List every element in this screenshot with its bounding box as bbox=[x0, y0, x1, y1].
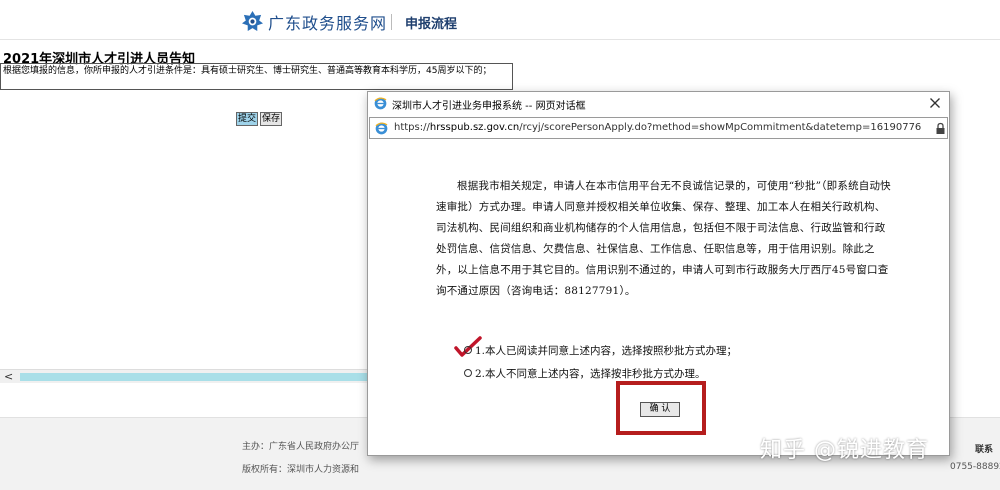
lock-icon[interactable] bbox=[935, 122, 946, 135]
radio-disagree[interactable] bbox=[464, 369, 472, 377]
confirm-button[interactable]: 确 认 bbox=[640, 402, 680, 417]
option-agree-fast-approval[interactable]: 1.本人已阅读并同意上述内容，选择按照秒批方式办理； bbox=[464, 343, 737, 358]
dialog-title: 深圳市人才引进业务申报系统 -- 网页对话框 bbox=[392, 101, 586, 112]
site-header: 广东政务服务网 申报流程 bbox=[0, 0, 1000, 40]
footer-contact[interactable]: 联系 bbox=[975, 442, 993, 455]
horizontal-scrollbar[interactable]: < bbox=[0, 369, 370, 383]
gd-gov-logo-icon[interactable] bbox=[242, 11, 263, 32]
url-prefix: https:// bbox=[394, 122, 430, 133]
option-agree-label: 1.本人已阅读并同意上述内容，选择按照秒批方式办理； bbox=[475, 345, 738, 357]
scrollbar-thumb[interactable] bbox=[20, 373, 368, 381]
address-url[interactable]: https://hrsspub.sz.gov.cn/rcyj/scorePers… bbox=[394, 122, 921, 133]
web-page-dialog: 深圳市人才引进业务申报系统 -- 网页对话框 https://hrsspub.s… bbox=[367, 91, 950, 456]
dialog-titlebar[interactable]: 深圳市人才引进业务申报系统 -- 网页对话框 bbox=[368, 92, 949, 115]
close-icon[interactable] bbox=[927, 95, 943, 111]
url-host: hrsspub.sz.gov.cn bbox=[429, 122, 520, 133]
option-disagree-normal-approval[interactable]: 2.本人不同意上述内容，选择按非秒批方式办理。 bbox=[464, 366, 706, 381]
address-bar[interactable]: https://hrsspub.sz.gov.cn/rcyj/scorePers… bbox=[369, 117, 948, 139]
header-divider bbox=[391, 14, 392, 30]
radio-agree[interactable] bbox=[464, 346, 472, 354]
footer-sponsor: 主办：广东省人民政府办公厅 bbox=[242, 442, 360, 452]
ie-browser-icon bbox=[374, 97, 387, 110]
zhihu-watermark: 知乎 @锐进教育 bbox=[760, 438, 929, 463]
url-path: /rcyj/scorePersonApply.do?method=showMpC… bbox=[519, 122, 922, 133]
page-ie-icon bbox=[375, 122, 388, 135]
scroll-left-arrow-icon[interactable]: < bbox=[4, 370, 13, 384]
credit-commitment-text: 根据我市相关规定，申请人在本市信用平台无不良诚信记录的，可使用“秒批”（即系统自… bbox=[436, 180, 891, 297]
notice-text: 根据您填报的信息，你所申报的人才引进条件是：具有硕士研究生、博士研究生、普通高等… bbox=[0, 63, 513, 90]
nav-link-apply-process[interactable]: 申报流程 bbox=[405, 13, 457, 32]
save-button[interactable]: 保存 bbox=[260, 112, 283, 126]
option-disagree-label: 2.本人不同意上述内容，选择按非秒批方式办理。 bbox=[475, 368, 706, 380]
footer-phone: 0755-88892 bbox=[950, 462, 1000, 472]
site-name[interactable]: 广东政务服务网 bbox=[268, 10, 387, 34]
submit-button[interactable]: 提交 bbox=[236, 112, 259, 126]
footer-copyright: 版权所有：深圳市人力资源和 bbox=[242, 465, 360, 475]
